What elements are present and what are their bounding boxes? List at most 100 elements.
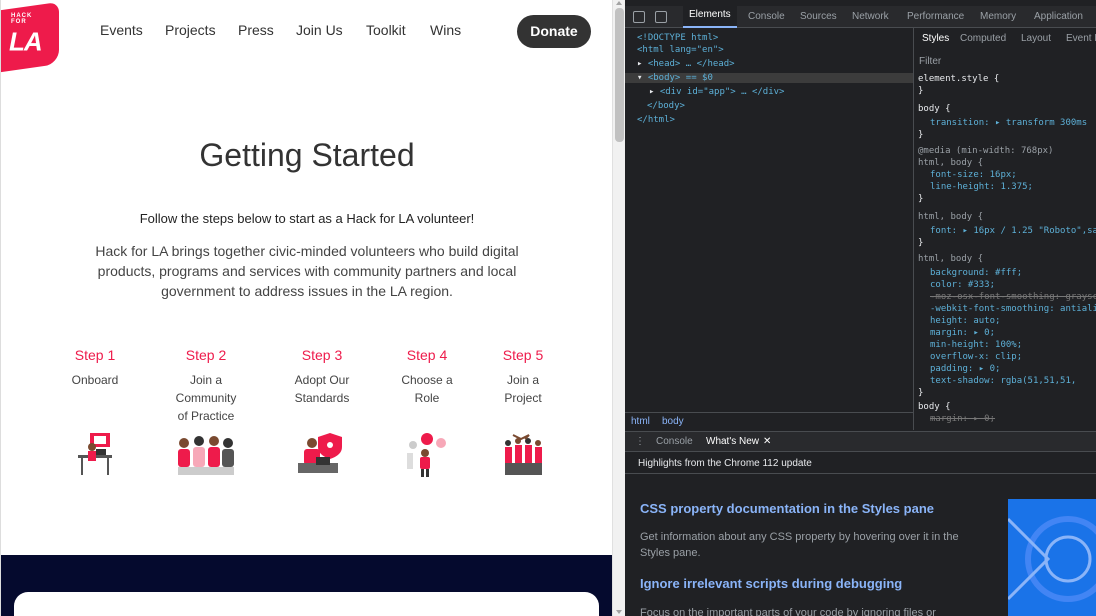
style-prop[interactable]: color: #333;	[930, 280, 995, 290]
style-prop[interactable]: overflow-x: clip;	[930, 352, 1022, 362]
step-project[interactable]: Step 5 Join a Project	[473, 347, 573, 475]
tab-layout[interactable]: Layout	[1021, 33, 1051, 44]
whats-new-image	[1008, 499, 1096, 616]
scroll-up-arrow-icon[interactable]	[616, 1, 622, 5]
drawer-heading: Highlights from the Chrome 112 update	[625, 452, 1096, 474]
drawer-heading-text: Highlights from the Chrome 112 update	[638, 458, 812, 469]
style-prop[interactable]: font: ▸ 16px / 1.25 "Roboto",san	[930, 226, 1096, 236]
tab-styles[interactable]: Styles	[922, 33, 949, 44]
step-role[interactable]: Step 4 Choose a Role	[377, 347, 477, 477]
onboard-illustration-icon	[78, 433, 112, 475]
step-label: Onboard	[71, 373, 119, 387]
style-prop[interactable]: -webkit-font-smoothing: antiali	[930, 304, 1096, 314]
step-label: Adopt Our Standards	[294, 373, 350, 405]
tab-elements[interactable]: Elements	[683, 6, 737, 28]
style-prop[interactable]: font-size: 16px;	[930, 170, 1017, 180]
scrollbar-thumb[interactable]	[615, 8, 624, 142]
whats-new-title[interactable]: CSS property documentation in the Styles…	[640, 501, 934, 516]
dom-body-close[interactable]: </body>	[647, 101, 685, 111]
step-onboard[interactable]: Step 1 Onboard	[45, 347, 145, 475]
style-rule: }	[918, 238, 924, 248]
style-prop[interactable]: height: auto;	[930, 316, 1000, 326]
style-prop[interactable]: line-height: 1.375;	[930, 182, 1033, 192]
page-scrollbar[interactable]	[612, 0, 625, 616]
step-number: Step 2	[185, 347, 227, 363]
inspect-element-icon[interactable]	[633, 11, 645, 23]
tab-performance[interactable]: Performance	[907, 11, 964, 22]
devtools-panel: Elements Console Sources Network Perform…	[625, 0, 1096, 616]
style-rule: element.style {	[918, 74, 1000, 84]
nav-wins[interactable]: Wins	[430, 22, 461, 38]
join-project-illustration-icon	[505, 434, 542, 475]
nav-join-us[interactable]: Join Us	[296, 22, 343, 38]
style-prop-overridden[interactable]: -moz-osx-font-smoothing: grayscale;	[930, 292, 1096, 302]
tab-console[interactable]: Console	[748, 11, 785, 22]
style-prop[interactable]: transition: ▸ transform 300ms	[930, 118, 1087, 128]
nav-press[interactable]: Press	[238, 22, 274, 38]
style-rule: body {	[918, 104, 951, 114]
dom-doctype[interactable]: <!DOCTYPE html>	[637, 33, 718, 43]
step-community[interactable]: Step 2 Join a Community of Practice	[156, 347, 256, 475]
device-toolbar-icon[interactable]	[655, 11, 667, 23]
step-number: Step 5	[502, 347, 544, 363]
dom-body-selected[interactable]: ▾ <body> == $0	[625, 73, 913, 83]
step-number: Step 3	[301, 347, 343, 363]
dom-html-open[interactable]: <html lang="en">	[637, 45, 724, 55]
step-label: Join a Project	[504, 373, 542, 405]
dom-head[interactable]: ▸ <head> … </head>	[637, 59, 735, 69]
style-rule: }	[918, 194, 924, 204]
dom-app-div[interactable]: ▸ <div id="app"> … </div>	[649, 87, 784, 97]
style-prop[interactable]: background: #fff;	[930, 268, 1022, 278]
tab-network[interactable]: Network	[852, 11, 889, 22]
whats-new-title[interactable]: Ignore irrelevant scripts during debuggi…	[640, 576, 902, 591]
style-prop[interactable]: min-height: 100%;	[930, 340, 1022, 350]
tab-memory[interactable]: Memory	[980, 11, 1016, 22]
logo-small-text: HACK FOR	[11, 13, 33, 26]
step-number: Step 1	[74, 347, 116, 363]
step-label: Join a Community of Practice	[175, 373, 237, 423]
dom-tree[interactable]: <!DOCTYPE html> <html lang="en"> ▸ <head…	[625, 30, 913, 410]
whats-new-content: CSS property documentation in the Styles…	[625, 474, 1096, 616]
nav-projects[interactable]: Projects	[165, 22, 216, 38]
nav-events[interactable]: Events	[100, 22, 143, 38]
nav-toolkit[interactable]: Toolkit	[366, 22, 406, 38]
drawer-menu-icon[interactable]: ⋮	[635, 436, 645, 447]
step-label: Choose a Role	[401, 373, 453, 405]
style-prop-overridden[interactable]: margin: ▸ 0;	[930, 414, 995, 424]
style-rule: html, body {	[918, 212, 984, 222]
style-rule: }	[918, 388, 924, 398]
choose-role-illustration-icon	[407, 433, 446, 477]
tab-computed[interactable]: Computed	[960, 33, 1006, 44]
close-icon[interactable]: ✕	[763, 436, 771, 447]
style-rule: html, body {	[918, 158, 984, 168]
step-number: Step 4	[406, 347, 448, 363]
crumb-html[interactable]: html	[631, 416, 650, 427]
footer-card	[14, 592, 599, 616]
styles-filter-input[interactable]: Filter	[919, 56, 941, 67]
devtools-toolbar: Elements Console Sources Network Perform…	[625, 6, 1096, 28]
drawer-tabs: ⋮ Console What's New ✕	[625, 431, 1096, 452]
style-prop[interactable]: padding: ▸ 0;	[930, 364, 1000, 374]
style-prop[interactable]: text-shadow: rgba(51,51,51,	[930, 376, 1076, 386]
standards-illustration-icon	[298, 433, 342, 473]
page-subtitle: Follow the steps below to start as a Hac…	[139, 211, 475, 226]
drawer-tab-whats-new[interactable]: What's New	[706, 436, 759, 447]
scroll-down-arrow-icon[interactable]	[616, 610, 622, 614]
style-prop[interactable]: margin: ▸ 0;	[930, 328, 995, 338]
style-rule: }	[918, 86, 924, 96]
style-rule: }	[918, 130, 924, 140]
breadcrumb: html body	[625, 412, 913, 430]
donate-button[interactable]: Donate	[517, 15, 591, 48]
drawer-tab-console[interactable]: Console	[656, 436, 693, 447]
website-viewport: HACK FOR LA Events Projects Press Join Us…	[0, 0, 612, 616]
dom-html-close[interactable]: </html>	[637, 115, 675, 125]
whats-new-body: Get information about any CSS property b…	[640, 531, 959, 559]
logo-big-text: LA	[9, 26, 42, 57]
hack-for-la-logo[interactable]: HACK FOR LA	[1, 1, 59, 73]
tab-application[interactable]: Application	[1034, 11, 1083, 22]
community-illustration-icon	[178, 436, 234, 475]
tab-sources[interactable]: Sources	[800, 11, 837, 22]
step-standards[interactable]: Step 3 Adopt Our Standards	[272, 347, 372, 473]
tab-event-listeners[interactable]: Event L	[1066, 33, 1096, 44]
crumb-body[interactable]: body	[662, 416, 684, 427]
